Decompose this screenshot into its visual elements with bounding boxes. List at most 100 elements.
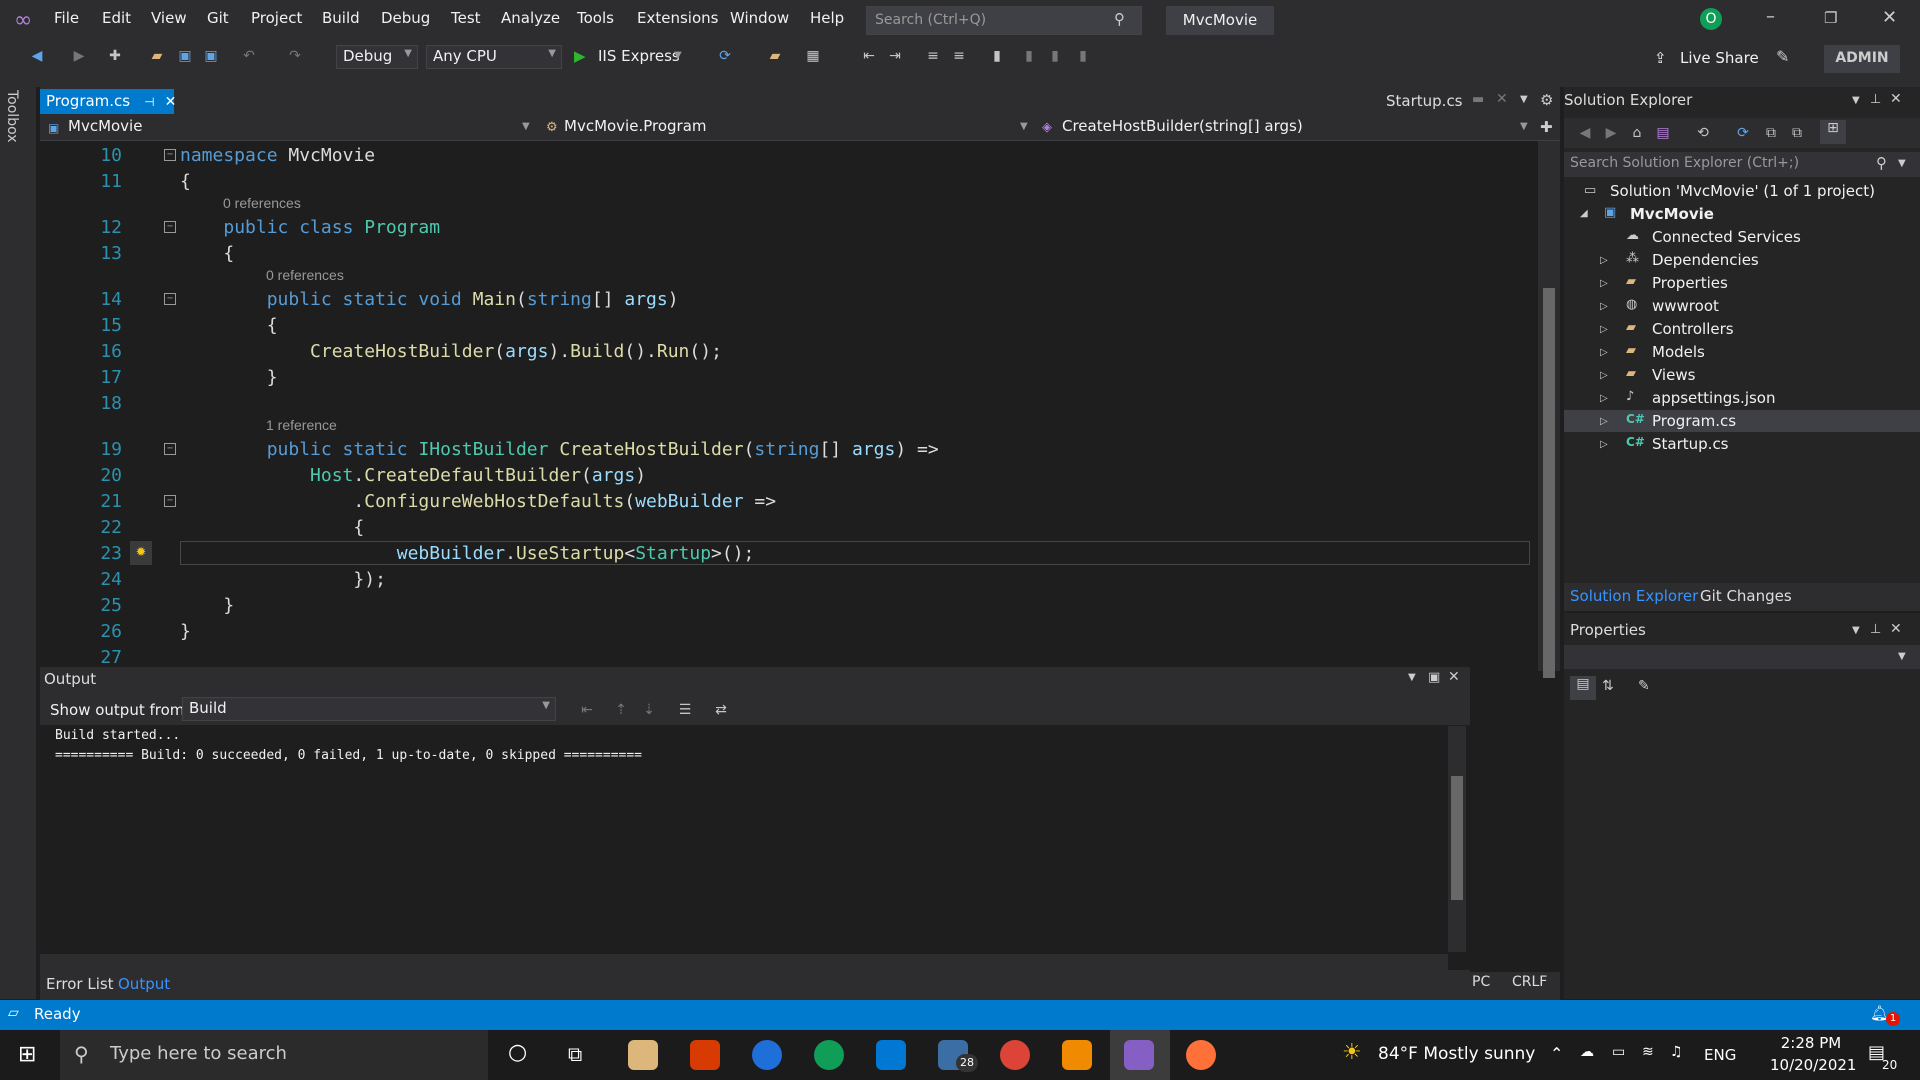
restore-icon[interactable]: ❐	[1824, 9, 1837, 27]
chevron-down-icon[interactable]: ▼	[1852, 625, 1860, 636]
play-icon[interactable]: ▶	[574, 47, 586, 65]
back-icon[interactable]: ◀	[28, 47, 46, 65]
collapse-icon[interactable]: −	[164, 495, 176, 507]
close-window-icon[interactable]: ✕	[1882, 7, 1897, 28]
class-nav-select[interactable]: MvcMovie.Program	[542, 117, 1030, 141]
chevron-down-icon[interactable]: ▼	[1898, 158, 1906, 169]
collapsed-arrow-icon[interactable]: ▷	[1600, 439, 1608, 450]
bookmark-icon[interactable]: ▮	[988, 47, 1006, 65]
visual-studio-taskbar-icon[interactable]	[1124, 1040, 1154, 1070]
tree-item-startup-cs[interactable]: Startup.cs	[1652, 435, 1729, 453]
find-message-icon[interactable]: ⇤	[578, 701, 596, 719]
tab-error-list[interactable]: Error List	[46, 975, 114, 993]
solution-search-input[interactable]: Search Solution Explorer (Ctrl+;)	[1564, 152, 1920, 177]
tab-solution-explorer[interactable]: Solution Explorer	[1570, 587, 1698, 605]
tree-item-wwwroot[interactable]: wwwroot	[1652, 297, 1719, 315]
pin-icon[interactable]: ▬	[1472, 92, 1484, 107]
menu-file[interactable]: File	[54, 9, 79, 27]
live-share-button[interactable]: Live Share	[1680, 49, 1759, 67]
edge-browser-icon[interactable]	[814, 1040, 844, 1070]
vlc-icon[interactable]	[1062, 1040, 1092, 1070]
tree-item-appsettings[interactable]: appsettings.json	[1652, 389, 1776, 407]
menu-view[interactable]: View	[151, 9, 187, 27]
uncomment-icon[interactable]: ≡	[950, 47, 968, 65]
outdent-icon[interactable]: ⇥	[886, 47, 904, 65]
back-icon[interactable]: ◀	[1576, 124, 1594, 142]
tab-output[interactable]: Output	[118, 975, 170, 993]
collapsed-arrow-icon[interactable]: ▷	[1600, 347, 1608, 358]
windows-start-icon[interactable]: ⊞	[18, 1042, 36, 1067]
collapsed-arrow-icon[interactable]: ▷	[1600, 301, 1608, 312]
collapsed-arrow-icon[interactable]: ▷	[1600, 324, 1608, 335]
language-indicator[interactable]: ENG	[1704, 1046, 1736, 1064]
account-avatar[interactable]: O	[1700, 8, 1722, 30]
minimize-icon[interactable]: –	[1766, 6, 1775, 27]
browser-icon[interactable]: ▦	[804, 47, 822, 65]
expanded-arrow-icon[interactable]: ◢	[1580, 208, 1588, 219]
chevron-down-icon[interactable]: ▼	[1520, 121, 1528, 132]
menu-debug[interactable]: Debug	[381, 9, 430, 27]
menu-window[interactable]: Window	[730, 9, 789, 27]
menu-build[interactable]: Build	[322, 9, 360, 27]
chevron-down-icon[interactable]: ▼	[1408, 672, 1416, 683]
editor-scroll-thumb[interactable]	[1543, 288, 1555, 678]
cortana-icon[interactable]: ○	[508, 1040, 527, 1065]
member-nav-select[interactable]: CreateHostBuilder(string[] args)	[1040, 117, 1530, 141]
chevron-down-icon[interactable]: ▼	[674, 50, 682, 61]
clock-time[interactable]: 2:28 PM	[1776, 1034, 1846, 1052]
split-editor-icon[interactable]: ✚	[1540, 118, 1553, 136]
quick-launch-search-input[interactable]: Search (Ctrl+Q)	[866, 6, 1142, 35]
menu-project[interactable]: Project	[251, 9, 302, 27]
tree-item-properties[interactable]: Properties	[1652, 274, 1728, 292]
collapsed-arrow-icon[interactable]: ▷	[1600, 278, 1608, 289]
tree-item-program-cs[interactable]: Program.cs	[1652, 412, 1736, 430]
collapse-icon[interactable]: −	[164, 221, 176, 233]
switch-views-icon[interactable]: ▤	[1654, 124, 1672, 142]
admin-badge[interactable]: ADMIN	[1824, 45, 1900, 73]
save-all-icon[interactable]: ▣	[202, 47, 220, 65]
volume-icon[interactable]: ♫	[1670, 1044, 1683, 1060]
redo-icon[interactable]: ↷	[286, 47, 304, 65]
next-bookmark-icon[interactable]: ▮	[1046, 47, 1064, 65]
indent-icon[interactable]: ⇤	[860, 47, 878, 65]
collapsed-arrow-icon[interactable]: ▷	[1600, 393, 1608, 404]
weather-text[interactable]: 84°F Mostly sunny	[1378, 1044, 1535, 1064]
tree-solution[interactable]: Solution 'MvcMovie' (1 of 1 project)	[1610, 182, 1875, 200]
tree-item-connected-services[interactable]: Connected Services	[1652, 228, 1801, 246]
pin-icon[interactable]: ⊥	[1870, 92, 1881, 107]
chrome-icon[interactable]	[1000, 1040, 1030, 1070]
prev-bookmark-icon[interactable]: ▮	[1020, 47, 1038, 65]
forward-icon[interactable]: ▶	[1602, 124, 1620, 142]
tree-project[interactable]: MvcMovie	[1630, 205, 1714, 223]
onedrive-icon[interactable]: ☁	[1580, 1044, 1594, 1060]
undo-icon[interactable]: ↶	[240, 47, 258, 65]
collapse-icon[interactable]: −	[164, 293, 176, 305]
chevron-down-icon[interactable]: ▼	[1898, 651, 1906, 662]
lightbulb-icon[interactable]: ✹	[130, 541, 152, 565]
output-source-select[interactable]: Build ▼	[182, 697, 556, 721]
codelens-references[interactable]: 1 reference	[266, 417, 337, 433]
feedback-icon[interactable]: ✎	[1776, 47, 1789, 66]
open-folder-icon[interactable]: ▰	[148, 47, 166, 65]
platform-select[interactable]: Any CPU ▼	[426, 45, 562, 69]
chevron-down-icon[interactable]: ▼	[1520, 94, 1528, 105]
close-icon[interactable]: ✕	[1448, 669, 1460, 685]
menu-analyze[interactable]: Analyze	[501, 9, 560, 27]
chevron-down-icon[interactable]: ▼	[522, 121, 530, 132]
prev-message-icon[interactable]: ⇡	[612, 701, 630, 719]
collapse-icon[interactable]: −	[164, 149, 176, 161]
tab-startup-cs[interactable]: Startup.cs	[1386, 92, 1463, 110]
alphabetical-icon[interactable]: ⇅	[1602, 678, 1614, 694]
platform-indicator[interactable]: PC	[1472, 974, 1490, 990]
wrench-icon[interactable]: ✎	[1638, 678, 1650, 694]
output-hscrollbar[interactable]	[40, 954, 1448, 970]
sync-icon[interactable]: ⟳	[1734, 124, 1752, 142]
file-explorer-icon[interactable]	[628, 1040, 658, 1070]
close-icon[interactable]: ✕	[1890, 621, 1902, 637]
close-icon[interactable]: ✕	[1496, 91, 1508, 107]
collapse-icon[interactable]: −	[164, 443, 176, 455]
show-all-files-icon[interactable]: ⧉	[1788, 124, 1806, 142]
word-app-icon[interactable]	[752, 1040, 782, 1070]
toolbox-tab[interactable]: Toolbox	[4, 90, 20, 143]
menu-test[interactable]: Test	[451, 9, 481, 27]
